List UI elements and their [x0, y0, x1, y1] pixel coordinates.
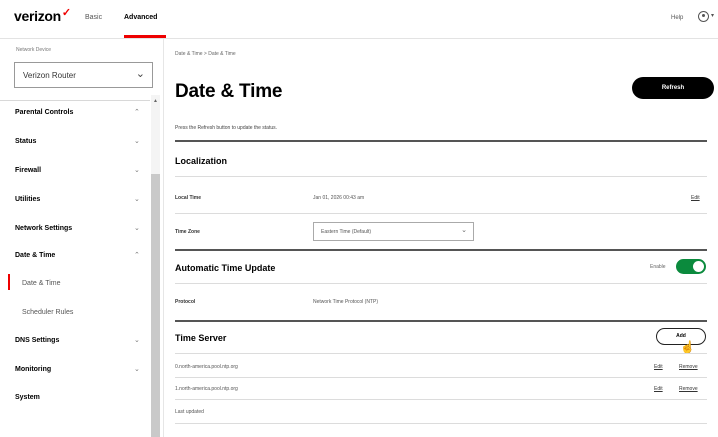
- time-server-remove-link[interactable]: Remove: [679, 386, 698, 392]
- breadcrumb: Date & Time > Date & Time: [175, 51, 236, 57]
- chevron-down-icon: ⌄: [461, 227, 467, 234]
- divider: [175, 176, 707, 177]
- main-content: Date & Time > Date & Time Date & Time Re…: [163, 39, 718, 437]
- section-divider: [175, 140, 707, 142]
- divider: [175, 283, 707, 284]
- sidebar-item-system[interactable]: System: [15, 394, 40, 401]
- scroll-up-arrow-icon[interactable]: ▲: [153, 98, 158, 104]
- chevron-down-icon: ⌄: [134, 337, 140, 344]
- sidebar-item-firewall[interactable]: Firewall: [15, 167, 41, 174]
- divider: [175, 213, 707, 214]
- auto-update-toggle[interactable]: [676, 259, 706, 274]
- sidebar-divider: [0, 100, 150, 101]
- logo-check-mark: ✓: [61, 7, 71, 19]
- user-icon[interactable]: [698, 11, 709, 22]
- sidebar: Network Device Verizon Router ⌄ Parental…: [0, 39, 164, 437]
- chevron-up-icon: ⌃: [134, 252, 140, 259]
- top-bar: verizon✓ Basic Advanced Help ▾: [0, 0, 718, 39]
- section-divider: [175, 249, 707, 251]
- chevron-down-icon: ⌄: [134, 167, 140, 174]
- divider: [175, 399, 707, 400]
- sidebar-item-utilities[interactable]: Utilities: [15, 196, 40, 203]
- sidebar-scrollbar-thumb[interactable]: [151, 174, 160, 437]
- local-time-label: Local Time: [175, 195, 202, 201]
- sidebar-item-parental-controls[interactable]: Parental Controls: [15, 109, 73, 116]
- chevron-down-icon: ⌄: [134, 138, 140, 145]
- device-label: Network Device: [16, 47, 52, 53]
- device-select[interactable]: Verizon Router ⌄: [14, 62, 153, 88]
- sidebar-item-dns-settings[interactable]: DNS Settings: [15, 337, 59, 344]
- sidebar-active-indicator: [8, 274, 10, 290]
- verizon-logo[interactable]: verizon✓: [14, 7, 71, 24]
- divider: [175, 423, 707, 424]
- sidebar-item-date-time[interactable]: Date & Time: [15, 252, 55, 259]
- divider: [175, 377, 707, 378]
- localization-title: Localization: [175, 156, 228, 166]
- mouse-cursor-icon: ☝: [680, 340, 695, 354]
- time-server-host: 1.north-america.pool.ntp.org: [175, 386, 238, 392]
- last-updated-text: Last updated: [175, 409, 204, 415]
- nav-advanced[interactable]: Advanced: [124, 14, 157, 21]
- sidebar-item-status[interactable]: Status: [15, 138, 36, 145]
- chevron-down-icon: ⌄: [134, 196, 140, 203]
- sidebar-subitem-scheduler-rules[interactable]: Scheduler Rules: [22, 309, 73, 316]
- time-server-remove-link[interactable]: Remove: [679, 364, 698, 370]
- nav-basic[interactable]: Basic: [85, 14, 102, 21]
- divider: [175, 353, 707, 354]
- refresh-hint-text: Press the Refresh button to update the s…: [175, 125, 278, 131]
- time-server-edit-link[interactable]: Edit: [654, 364, 663, 370]
- protocol-label: Protocol: [175, 299, 196, 305]
- enable-toggle-label: Enable: [650, 264, 666, 270]
- time-zone-select[interactable]: Eastern Time (Default) ⌄: [313, 222, 474, 241]
- time-zone-select-value: Eastern Time (Default): [321, 229, 372, 235]
- refresh-button[interactable]: Refresh: [632, 77, 714, 99]
- chevron-down-icon: ⌄: [134, 366, 140, 373]
- time-server-edit-link[interactable]: Edit: [654, 386, 663, 392]
- help-link[interactable]: Help: [671, 15, 683, 21]
- automatic-time-update-title: Automatic Time Update: [175, 263, 276, 273]
- nav-active-underline: [124, 35, 166, 38]
- page-title: Date & Time: [175, 81, 283, 102]
- chevron-down-icon: ⌄: [134, 225, 140, 232]
- sidebar-subitem-date-time[interactable]: Date & Time: [22, 280, 61, 287]
- local-time-edit-link[interactable]: Edit: [691, 195, 700, 201]
- time-zone-label: Time Zone: [175, 229, 200, 235]
- device-select-value: Verizon Router: [23, 71, 76, 80]
- local-time-value: Jan 01, 2026 00:43 am: [313, 195, 365, 201]
- chevron-up-icon: ⌃: [134, 109, 140, 116]
- section-divider: [175, 320, 707, 322]
- sidebar-item-monitoring[interactable]: Monitoring: [15, 366, 51, 373]
- chevron-down-icon[interactable]: ▾: [711, 12, 714, 19]
- time-server-title: Time Server: [175, 333, 227, 343]
- protocol-value: Network Time Protocol (NTP): [313, 299, 379, 305]
- time-server-host: 0.north-america.pool.ntp.org: [175, 364, 238, 370]
- logo-text: verizon: [14, 8, 61, 24]
- chevron-down-icon: ⌄: [135, 68, 145, 80]
- sidebar-item-network-settings[interactable]: Network Settings: [15, 225, 72, 232]
